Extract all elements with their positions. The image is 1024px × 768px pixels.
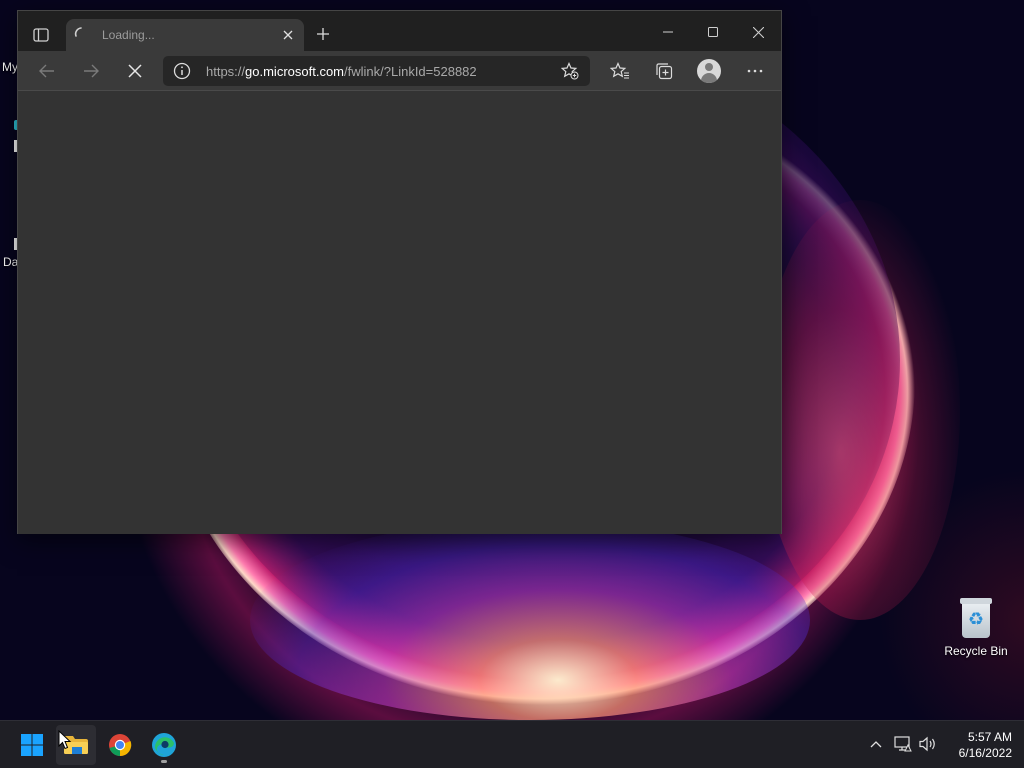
new-tab-button[interactable] (312, 23, 334, 45)
edge-browser-window[interactable]: Loading... https://go.microsoft.com/fwli… (17, 10, 782, 534)
tab-active[interactable]: Loading... (66, 19, 304, 51)
close-icon (752, 26, 764, 38)
forward-arrow-icon (84, 64, 99, 78)
running-indicator (161, 760, 167, 763)
tab-title: Loading... (102, 28, 155, 42)
taskbar: 5:57 AM 6/16/2022 (0, 720, 1024, 768)
url-host: go.microsoft.com (245, 64, 345, 79)
desktop-icon-label: My (2, 60, 18, 74)
profile-button[interactable] (694, 57, 724, 85)
recycle-bin-label: Recycle Bin (944, 644, 1008, 658)
volume-icon (919, 736, 935, 752)
start-icon (21, 734, 43, 756)
recycle-bin-icon: ♻ (958, 596, 994, 638)
maximize-icon (708, 27, 718, 37)
favorites-icon (610, 62, 629, 79)
stop-loading-icon (128, 64, 142, 78)
window-close-button[interactable] (736, 19, 780, 45)
tab-actions-icon (33, 28, 49, 42)
taskbar-chrome[interactable] (100, 725, 140, 765)
mouse-cursor-icon (58, 730, 72, 750)
info-icon[interactable] (173, 62, 191, 80)
show-hidden-icons-button[interactable] (865, 733, 887, 755)
more-icon (747, 69, 763, 73)
taskbar-edge[interactable] (144, 725, 184, 765)
loading-spinner-icon (74, 27, 82, 37)
plus-icon (317, 28, 329, 40)
taskbar-clock[interactable]: 5:57 AM 6/16/2022 (944, 729, 1012, 761)
favorites-button[interactable] (605, 57, 635, 85)
stop-loading-button[interactable] (120, 57, 150, 85)
address-url[interactable]: https://go.microsoft.com/fwlink/?LinkId=… (206, 64, 477, 79)
collections-icon (656, 63, 673, 80)
wallpaper-bottom-flare (250, 520, 810, 720)
back-button[interactable] (32, 57, 62, 85)
edge-icon (152, 733, 176, 757)
close-icon (283, 30, 293, 40)
network-icon (894, 736, 912, 752)
forward-button[interactable] (76, 57, 106, 85)
network-button[interactable] (892, 733, 914, 755)
volume-button[interactable] (917, 733, 939, 755)
settings-more-button[interactable] (740, 57, 770, 85)
minimize-button[interactable] (646, 19, 690, 45)
start-button[interactable] (12, 725, 52, 765)
tab-actions-button[interactable] (28, 23, 54, 47)
desktop-icon-recycle-bin[interactable]: ♻ Recycle Bin (940, 596, 1012, 658)
page-viewport[interactable] (18, 91, 781, 534)
navigation-toolbar: https://go.microsoft.com/fwlink/?LinkId=… (18, 51, 781, 91)
back-arrow-icon (39, 64, 54, 78)
add-favorite-icon[interactable] (561, 62, 579, 80)
url-path: /fwlink/?LinkId=528882 (344, 64, 477, 79)
address-bar[interactable]: https://go.microsoft.com/fwlink/?LinkId=… (163, 56, 590, 86)
tab-close-button[interactable] (280, 27, 296, 43)
clock-date: 6/16/2022 (958, 746, 1012, 760)
tab-strip: Loading... (18, 11, 781, 51)
minimize-icon (663, 31, 673, 33)
chrome-icon (109, 734, 132, 757)
url-scheme: https:// (206, 64, 246, 79)
chevron-up-icon (870, 741, 882, 748)
profile-icon (697, 59, 721, 83)
collections-button[interactable] (649, 57, 679, 85)
maximize-button[interactable] (691, 19, 735, 45)
clock-time: 5:57 AM (967, 730, 1012, 744)
